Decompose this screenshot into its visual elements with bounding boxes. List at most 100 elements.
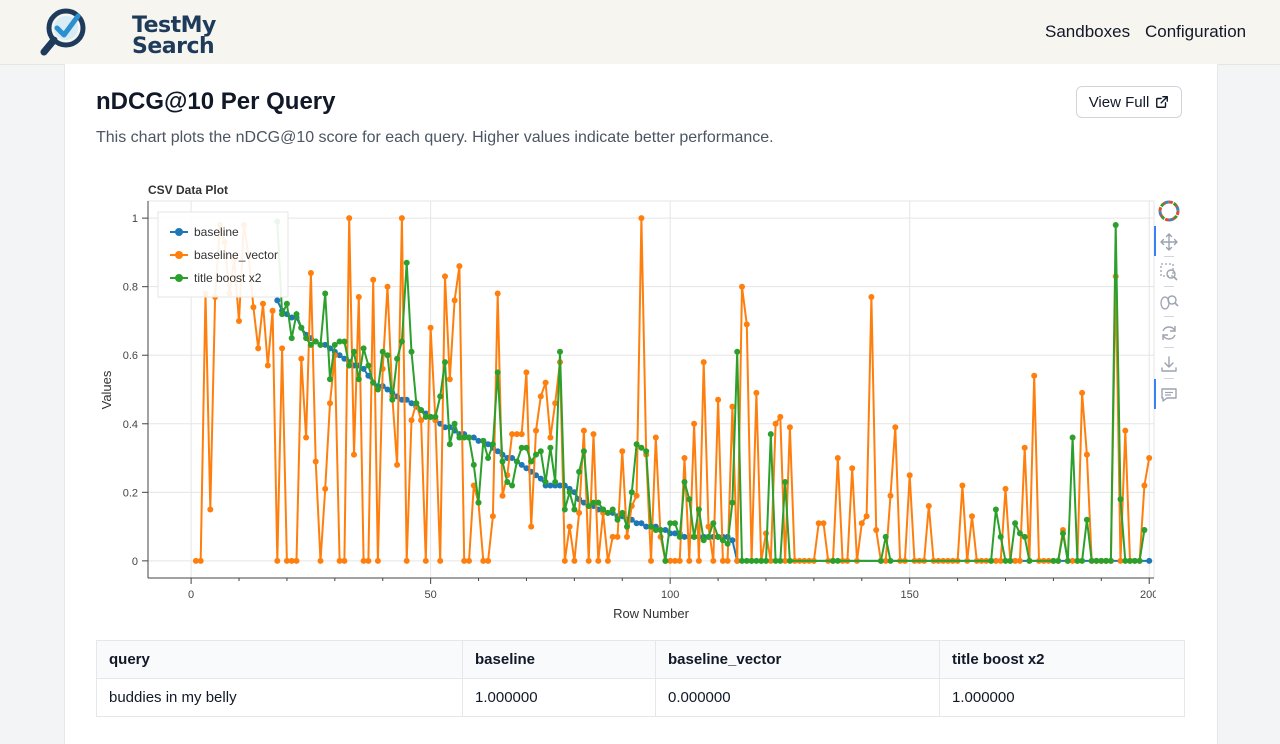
data-point-baseline-vector[interactable] xyxy=(398,215,405,222)
data-point-title-boost-x2[interactable] xyxy=(710,520,717,527)
data-point-baseline-vector[interactable] xyxy=(427,324,434,331)
data-point-title-boost-x2[interactable] xyxy=(681,479,688,485)
data-point-baseline-vector[interactable] xyxy=(499,492,506,499)
data-point-title-boost-x2[interactable] xyxy=(662,557,669,564)
data-point-title-boost-x2[interactable] xyxy=(283,300,290,307)
data-point-title-boost-x2[interactable] xyxy=(1117,496,1124,503)
data-point-title-boost-x2[interactable] xyxy=(360,345,367,352)
data-point-baseline-vector[interactable] xyxy=(547,434,554,441)
data-point-baseline-vector[interactable] xyxy=(1079,389,1086,396)
data-point-baseline-vector[interactable] xyxy=(279,345,286,352)
data-point-baseline-vector[interactable] xyxy=(236,318,242,324)
data-point-baseline-vector[interactable] xyxy=(1002,485,1009,492)
data-point-title-boost-x2[interactable] xyxy=(513,458,520,465)
data-point-title-boost-x2[interactable] xyxy=(1012,520,1019,527)
data-point-title-boost-x2[interactable] xyxy=(374,386,381,393)
reset-icon[interactable] xyxy=(1158,322,1180,344)
data-point-baseline-vector[interactable] xyxy=(533,427,539,434)
data-point-title-boost-x2[interactable] xyxy=(489,441,496,448)
data-point-baseline-vector[interactable] xyxy=(619,448,626,455)
view-full-button[interactable]: View Full xyxy=(1076,86,1182,118)
data-point-title-boost-x2[interactable] xyxy=(351,348,357,355)
data-point-baseline-vector[interactable] xyxy=(681,455,688,461)
data-point-baseline-vector[interactable] xyxy=(652,434,659,441)
data-point-title-boost-x2[interactable] xyxy=(882,533,889,540)
data-point-baseline-vector[interactable] xyxy=(686,557,693,564)
save-icon[interactable] xyxy=(1158,353,1180,375)
data-point-title-boost-x2[interactable] xyxy=(365,362,372,369)
data-point-title-boost-x2[interactable] xyxy=(676,533,683,540)
data-point-baseline-vector[interactable] xyxy=(255,345,262,352)
data-point-baseline-vector[interactable] xyxy=(585,557,592,564)
data-point-baseline-vector[interactable] xyxy=(566,523,573,530)
data-point-baseline-vector[interactable] xyxy=(341,557,348,564)
data-point-baseline-vector[interactable] xyxy=(700,359,707,366)
data-point-baseline-vector[interactable] xyxy=(307,270,314,276)
column-header-baseline-vector[interactable]: baseline_vector xyxy=(655,640,940,679)
column-header-query[interactable]: query xyxy=(96,640,463,679)
data-point-title-boost-x2[interactable] xyxy=(992,506,999,513)
chart-legend[interactable]: baseline baseline_vectortitle boost x2 xyxy=(157,211,289,298)
data-point-title-boost-x2[interactable] xyxy=(1112,222,1119,228)
data-point-title-boost-x2[interactable] xyxy=(1069,434,1076,441)
data-point-baseline-vector[interactable] xyxy=(489,513,496,520)
data-point-baseline-vector[interactable] xyxy=(446,376,453,383)
data-point-title-boost-x2[interactable] xyxy=(446,441,453,448)
data-point-baseline-vector[interactable] xyxy=(959,482,966,489)
data-point-title-boost-x2[interactable] xyxy=(327,376,333,383)
data-point-baseline-vector[interactable] xyxy=(873,527,880,533)
column-header-title-boost[interactable]: title boost x2 xyxy=(939,640,1185,679)
data-point-title-boost-x2[interactable] xyxy=(408,348,415,355)
data-point-title-boost-x2[interactable] xyxy=(494,369,501,376)
data-point-baseline-vector[interactable] xyxy=(906,472,913,479)
data-point-baseline-vector[interactable] xyxy=(868,294,875,300)
data-point-baseline-vector[interactable] xyxy=(365,557,372,564)
data-point-baseline-vector[interactable] xyxy=(561,557,568,564)
data-point-title-boost-x2[interactable] xyxy=(576,468,583,475)
data-point-baseline-vector[interactable] xyxy=(274,557,281,564)
data-point-title-boost-x2[interactable] xyxy=(293,311,300,318)
data-point-title-boost-x2[interactable] xyxy=(1060,530,1066,537)
data-point-title-boost-x2[interactable] xyxy=(432,413,439,420)
data-point-title-boost-x2[interactable] xyxy=(734,348,741,355)
data-point-title-boost-x2[interactable] xyxy=(346,362,353,369)
data-point-baseline-vector[interactable] xyxy=(355,294,362,300)
data-point-title-boost-x2[interactable] xyxy=(1079,557,1086,564)
data-point-baseline-vector[interactable] xyxy=(346,215,353,222)
data-point-title-boost-x2[interactable] xyxy=(1064,557,1071,564)
data-point-title-boost-x2[interactable] xyxy=(1083,516,1090,523)
data-point-title-boost-x2[interactable] xyxy=(887,557,894,564)
data-point-baseline-vector[interactable] xyxy=(451,297,458,304)
data-point-baseline-vector[interactable] xyxy=(858,520,865,527)
data-point-title-boost-x2[interactable] xyxy=(763,557,769,564)
data-point-baseline-vector[interactable] xyxy=(298,355,305,362)
data-point-baseline-vector[interactable] xyxy=(317,557,324,564)
data-point-baseline-vector[interactable] xyxy=(408,417,415,424)
data-point-title-boost-x2[interactable] xyxy=(437,393,444,400)
data-point-title-boost-x2[interactable] xyxy=(834,557,841,564)
data-point-title-boost-x2[interactable] xyxy=(988,557,995,564)
data-point-title-boost-x2[interactable] xyxy=(633,441,640,448)
data-point-title-boost-x2[interactable] xyxy=(552,479,559,485)
data-point-baseline-vector[interactable] xyxy=(466,557,472,564)
data-point-baseline-vector[interactable] xyxy=(849,465,856,472)
data-point-baseline-vector[interactable] xyxy=(777,413,784,420)
data-point-baseline-vector[interactable] xyxy=(580,427,587,434)
data-point-baseline-vector[interactable] xyxy=(1083,451,1090,458)
ndcg-line-chart[interactable]: CSV Data Plot 0 50 100 150 200 0 0.2 0.4 0.6 0.8 1… xyxy=(96,176,1156,626)
data-point-title-boost-x2[interactable] xyxy=(279,311,286,318)
data-point-baseline-vector[interactable] xyxy=(312,458,319,465)
data-point-baseline-vector[interactable] xyxy=(269,307,276,314)
data-point-title-boost-x2[interactable] xyxy=(724,540,731,547)
wheel-zoom-icon[interactable] xyxy=(1158,291,1180,313)
data-point-title-boost-x2[interactable] xyxy=(298,324,305,331)
data-point-baseline-vector[interactable] xyxy=(595,557,602,564)
data-point-title-boost-x2[interactable] xyxy=(466,434,472,441)
app-logo[interactable]: TestMy Search xyxy=(40,6,216,58)
data-point-baseline-vector[interactable] xyxy=(969,513,975,520)
data-point-baseline-vector[interactable] xyxy=(542,379,549,386)
data-point-title-boost-x2[interactable] xyxy=(643,448,650,455)
data-point-title-boost-x2[interactable] xyxy=(614,516,621,523)
data-point-baseline-vector[interactable] xyxy=(590,431,597,438)
data-point-baseline-vector[interactable] xyxy=(264,362,271,369)
